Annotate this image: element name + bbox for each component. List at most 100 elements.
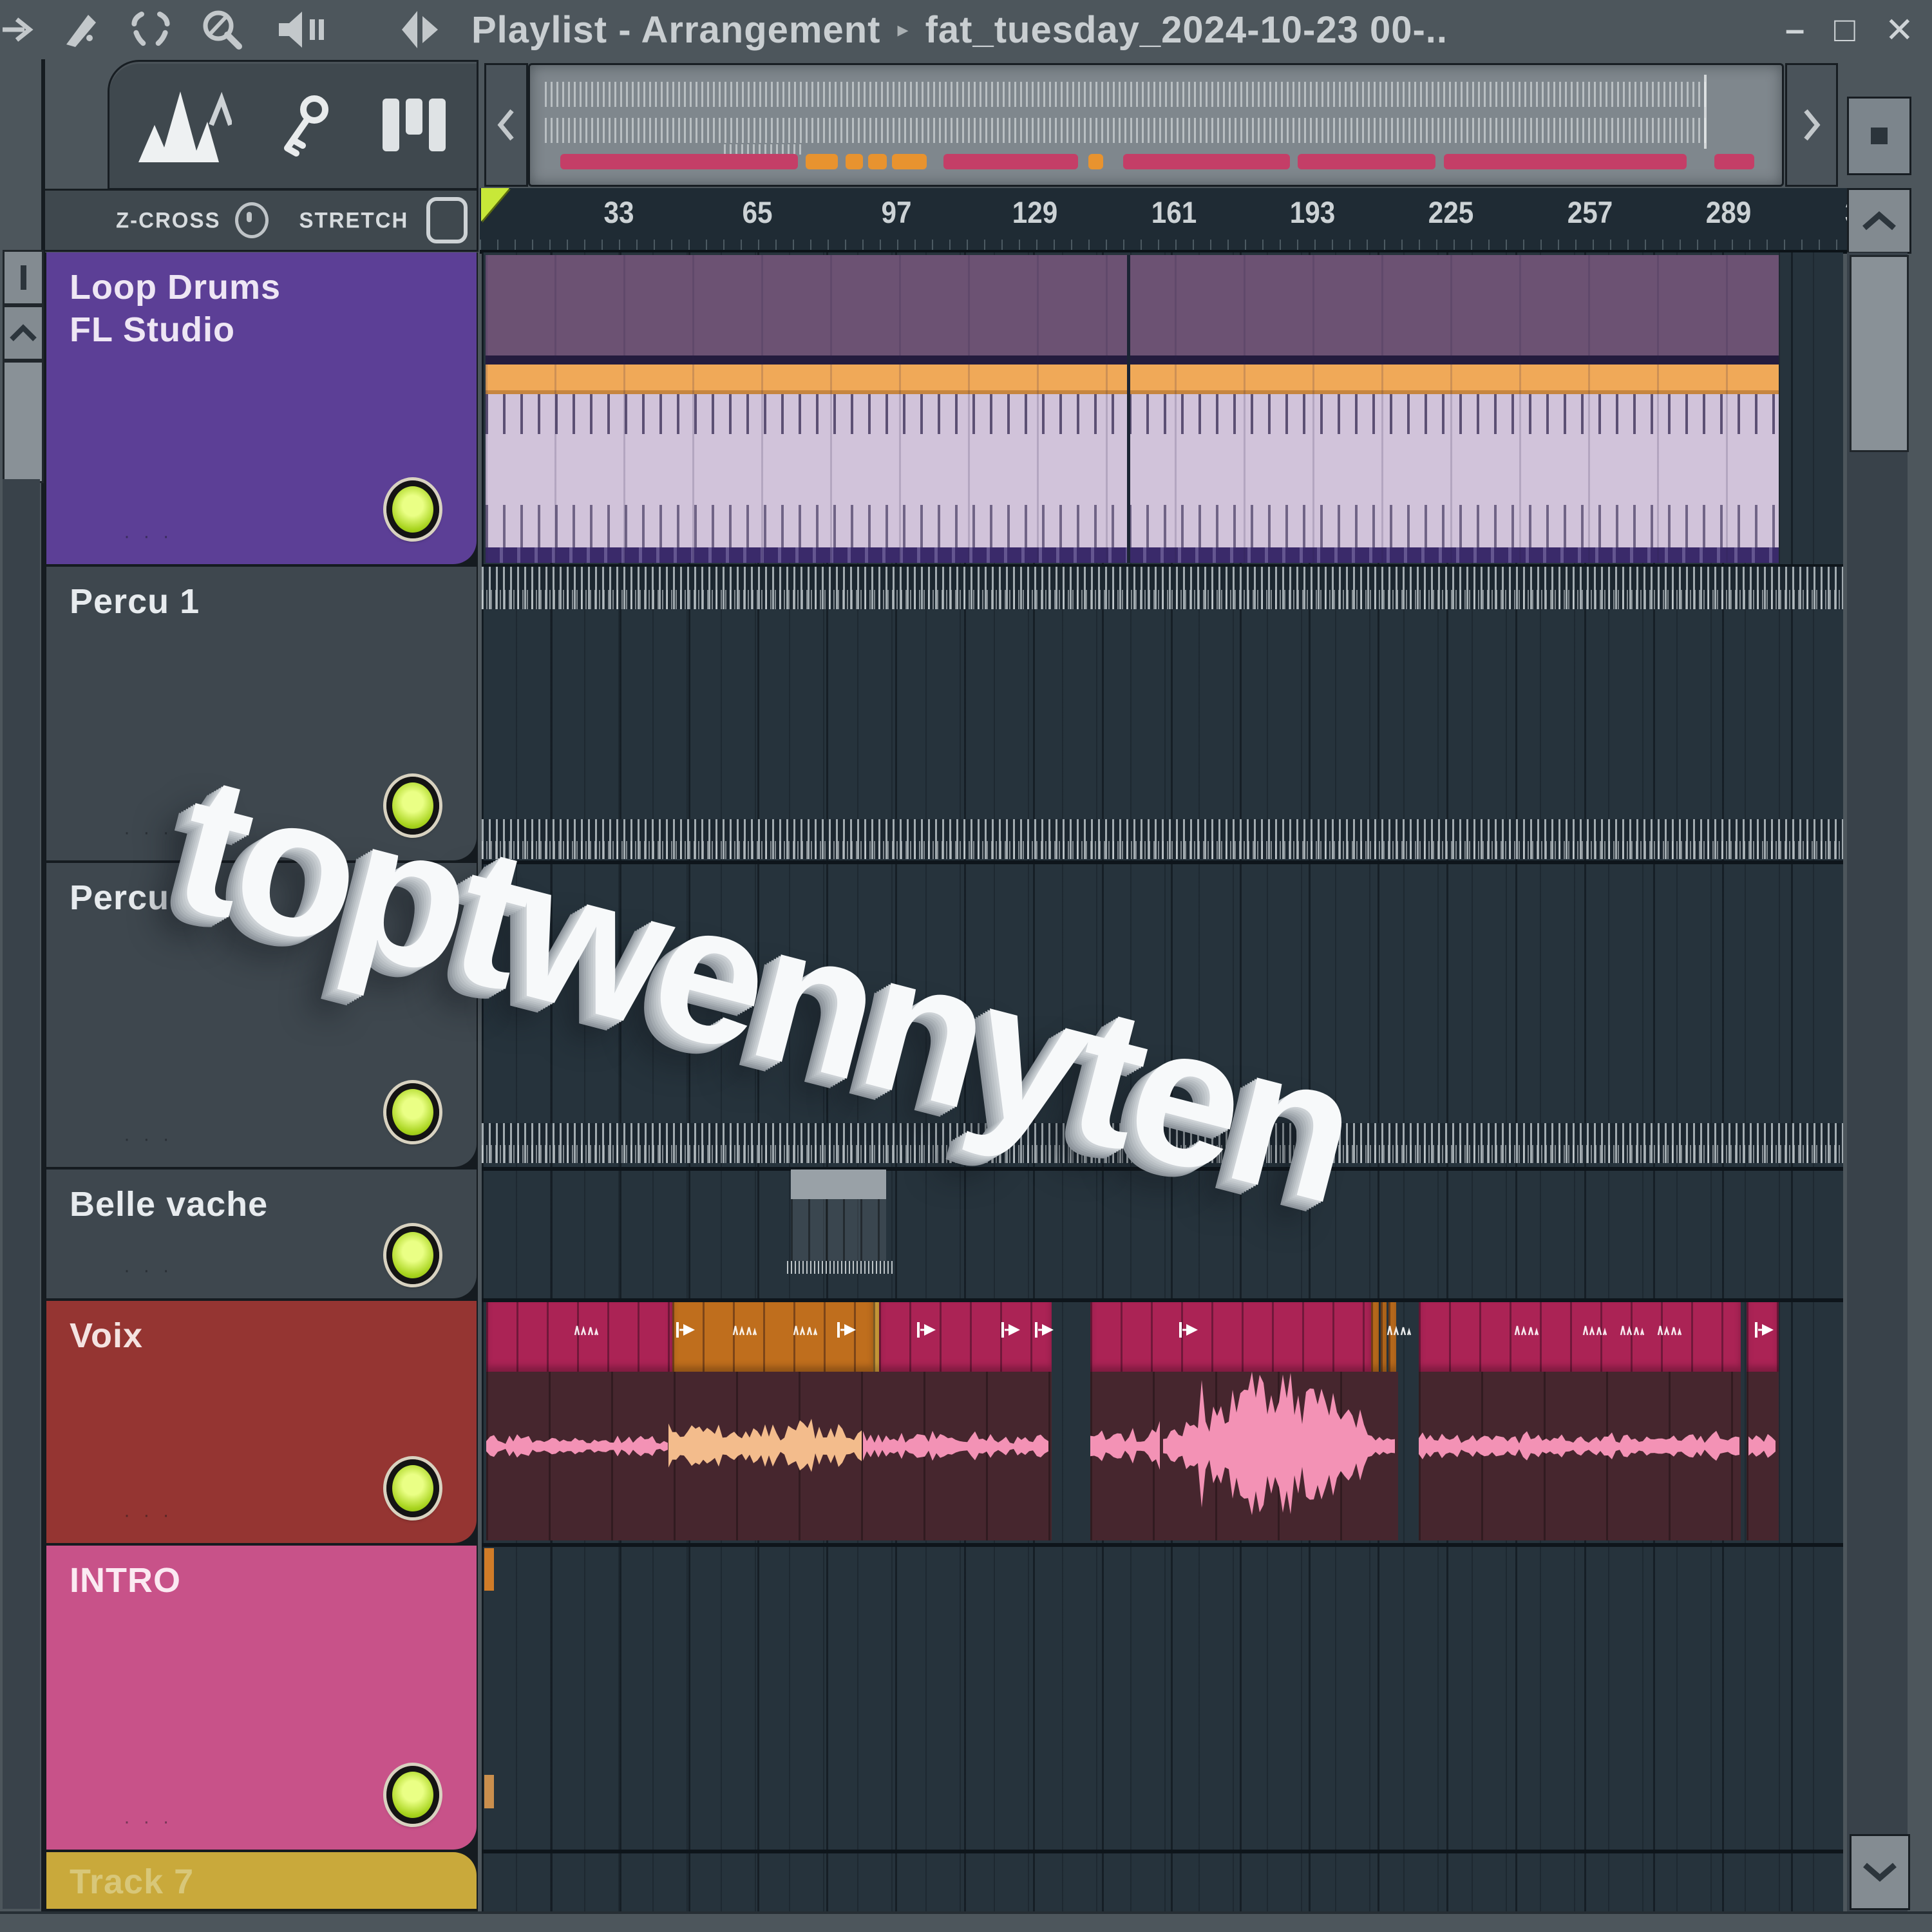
- voix-clip-header[interactable]: [1419, 1302, 1741, 1372]
- breadcrumb-arrow-icon: ▸: [897, 17, 908, 43]
- clip-cut-icon: [675, 1320, 698, 1340]
- clip-split-line: [1127, 255, 1130, 563]
- right-scrollbar-thumb[interactable]: [1850, 255, 1909, 452]
- clip-cut-icon: [1000, 1320, 1023, 1340]
- track-mute-led[interactable]: [386, 1226, 439, 1284]
- ruler-bar-number: 65: [743, 194, 773, 230]
- overview-scroll-right-button[interactable]: [1785, 63, 1838, 187]
- track-header-intro[interactable]: INTRO · · ·: [46, 1546, 477, 1850]
- ruler-bar-number: 97: [881, 194, 911, 230]
- track-mute-led[interactable]: [386, 480, 439, 538]
- voix-clip-header[interactable]: [1090, 1302, 1371, 1372]
- loop-drums-clip[interactable]: [486, 255, 1779, 563]
- clip-cut-icon: [836, 1320, 859, 1340]
- titlebar: Playlist - Arrangement ▸ fat_tuesday_202…: [0, 0, 1932, 59]
- clip-wave-icon: [1513, 1320, 1541, 1340]
- track-options-dots[interactable]: · · ·: [124, 1128, 173, 1150]
- track-options-dots[interactable]: · · ·: [124, 822, 173, 844]
- draw-tool-icon[interactable]: [45, 10, 116, 50]
- track-options-dots[interactable]: · · ·: [124, 1811, 173, 1833]
- clip-wave-icon: [791, 1320, 820, 1340]
- overview-waveform-ticks: [545, 82, 1709, 107]
- belle-vache-clip[interactable]: [791, 1170, 886, 1278]
- voix-lane: [482, 1302, 1843, 1543]
- voix-clip-header[interactable]: [873, 1302, 879, 1372]
- clip-wave-icon: [1581, 1320, 1609, 1340]
- left-scrollbar-thumb[interactable]: [3, 361, 44, 483]
- song-overview-scrollbar[interactable]: [528, 63, 1784, 187]
- automation-key-icon[interactable]: [277, 93, 335, 157]
- ruler-bar-number: 225: [1428, 194, 1474, 230]
- left-marker-button[interactable]: [3, 250, 44, 305]
- clip-options-row: Z-CROSS STRETCH: [45, 191, 477, 250]
- zoom-select-icon[interactable]: [116, 10, 185, 49]
- stretch-label: STRETCH: [299, 207, 409, 233]
- track-header-belle-vache[interactable]: Belle vache · · ·: [46, 1170, 477, 1298]
- clip-cut-icon: [1754, 1320, 1777, 1340]
- clip-wave-icon: [573, 1320, 601, 1340]
- track-header-loop-drums[interactable]: Loop Drums FL Studio · · ·: [46, 252, 477, 564]
- ruler-bar-number: 193: [1290, 194, 1336, 230]
- track-mute-led[interactable]: [386, 1459, 439, 1517]
- close-button[interactable]: ✕: [1885, 10, 1914, 50]
- clip-cut-icon: [1034, 1320, 1057, 1340]
- right-scrollbar-track[interactable]: [1847, 252, 1908, 1911]
- voix-clip-header[interactable]: [879, 1302, 1052, 1372]
- pattern-piano-icon[interactable]: [380, 96, 451, 154]
- scroll-down-button[interactable]: [1850, 1834, 1910, 1910]
- clip-wave-icon: [1385, 1320, 1414, 1340]
- audio-track-mode-icon[interactable]: [135, 86, 232, 164]
- track-name: INTRO: [70, 1560, 477, 1602]
- overview-waveform-ticks: [545, 118, 1709, 143]
- pipe-icon: [21, 265, 26, 290]
- playlist-focus-button[interactable]: [1847, 97, 1911, 175]
- track-mute-led[interactable]: [386, 1083, 439, 1141]
- track-options-dots[interactable]: · · ·: [124, 1260, 173, 1282]
- stretch-toggle[interactable]: [426, 197, 468, 243]
- window-subtitle: fat_tuesday_2024-10-23 00-..: [925, 8, 1448, 52]
- track-options-dots[interactable]: · · ·: [124, 1504, 173, 1526]
- window-title: Playlist - Arrangement: [471, 8, 880, 52]
- voix-clip-header[interactable]: [1371, 1302, 1379, 1372]
- preview-sound-icon[interactable]: [260, 9, 344, 50]
- ruler-bar-number: 257: [1567, 194, 1613, 230]
- minimize-button[interactable]: –: [1785, 10, 1804, 50]
- stop-square-icon: [1871, 128, 1888, 144]
- left-scroll-up-button[interactable]: [3, 305, 44, 361]
- track-name: Loop Drums: [70, 267, 477, 309]
- clip-wave-icon: [731, 1320, 759, 1340]
- window-buttons: – □ ✕: [1785, 0, 1914, 59]
- horizontal-scrollbar[interactable]: [0, 1911, 1932, 1932]
- ruler-bar-number: 289: [1706, 194, 1752, 230]
- ruler-bar-number: 161: [1151, 194, 1197, 230]
- zcross-label: Z-CROSS: [116, 207, 221, 233]
- clip-cut-icon: [1178, 1320, 1201, 1340]
- overview-scroll-left-button[interactable]: [484, 63, 528, 187]
- row-divider: [482, 1850, 1843, 1853]
- left-scrollbar-track[interactable]: [3, 479, 40, 1909]
- ruler-bar-number: 129: [1012, 194, 1058, 230]
- intro-clip-sliver[interactable]: [484, 1775, 494, 1808]
- clip-wave-icon: [1618, 1320, 1647, 1340]
- snap-arrow-icon[interactable]: [0, 13, 45, 46]
- detach-icon[interactable]: [375, 7, 471, 52]
- track-header-voix[interactable]: Voix · · ·: [46, 1301, 477, 1543]
- percu1-clip-strip[interactable]: [482, 567, 1843, 609]
- maximize-button[interactable]: □: [1834, 10, 1855, 50]
- zcross-knob-icon[interactable]: [235, 202, 269, 238]
- voix-waveform[interactable]: [482, 1369, 1843, 1542]
- row-divider: [482, 1543, 1843, 1547]
- intro-clip-sliver[interactable]: [484, 1548, 494, 1591]
- track-header-track7[interactable]: Track 7: [46, 1852, 477, 1909]
- overview-waveform-ticks: [724, 144, 804, 155]
- playhead-marker[interactable]: [481, 188, 509, 222]
- zoom-cancel-icon[interactable]: [185, 6, 260, 53]
- timeline-ruler[interactable]: 336597129161193225257289321: [480, 188, 1847, 250]
- track-name: Track 7: [70, 1861, 477, 1904]
- track-options-dots[interactable]: · · ·: [124, 526, 173, 547]
- playlist-tool-panel: [109, 62, 477, 188]
- track-name-line2: FL Studio: [70, 309, 477, 352]
- track-mute-led[interactable]: [386, 1766, 439, 1824]
- ruler-bar-number: 33: [603, 194, 634, 230]
- scroll-up-button[interactable]: [1847, 188, 1911, 254]
